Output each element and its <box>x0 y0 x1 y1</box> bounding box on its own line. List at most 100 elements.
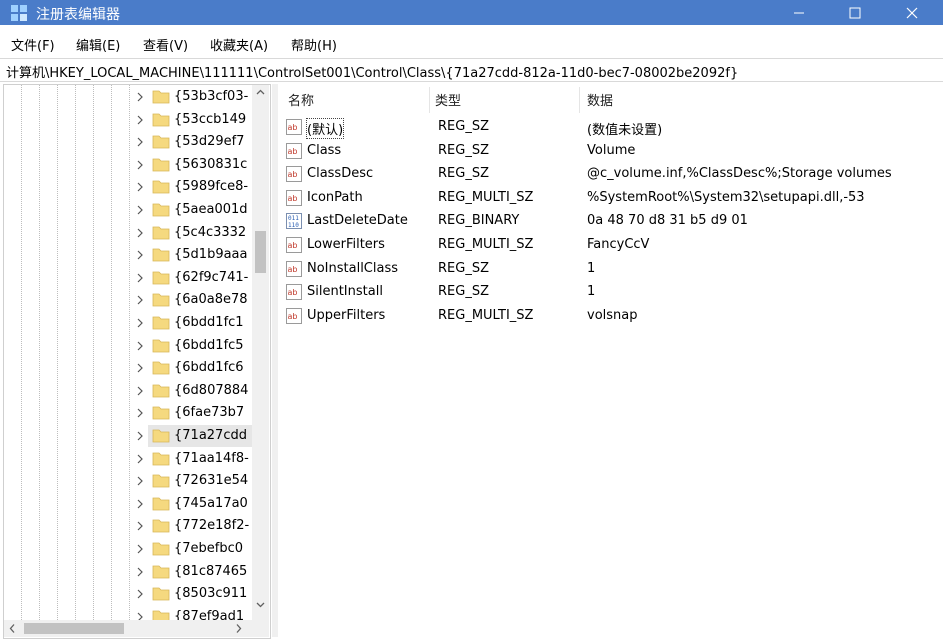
tree-horizontal-scrollbar[interactable] <box>4 620 252 637</box>
tree-item[interactable]: {5c4c3332 <box>4 222 252 244</box>
tree-item[interactable]: {6bdd1fc5 <box>4 335 252 357</box>
string-value-icon: ab <box>286 237 302 253</box>
expand-chevron-icon[interactable] <box>135 316 145 330</box>
value-row[interactable]: ab SilentInstall REG_SZ 1 <box>278 281 943 303</box>
expand-chevron-icon[interactable] <box>135 180 145 194</box>
tree-item-label: {62f9c741- <box>174 269 249 285</box>
folder-icon <box>152 429 170 443</box>
tree-item[interactable]: {5aea001d <box>4 199 252 221</box>
expand-chevron-icon[interactable] <box>135 384 145 398</box>
tree-item-label: {5c4c3332 <box>174 224 247 240</box>
scroll-left-arrow-icon[interactable] <box>8 623 17 634</box>
expand-chevron-icon[interactable] <box>135 135 145 149</box>
value-row[interactable]: ab LowerFilters REG_MULTI_SZ FancyCcV <box>278 234 943 256</box>
tree-item[interactable]: {5989fce8- <box>4 176 252 198</box>
value-row[interactable]: 011 110 LastDeleteDate REG_BINARY 0a 48 70 d… <box>278 210 943 232</box>
value-row[interactable]: ab IconPath REG_MULTI_SZ %SystemRoot%\Syste… <box>278 187 943 209</box>
tree-item[interactable]: {72631e54 <box>4 470 252 492</box>
tree-scroll-thumb[interactable] <box>255 231 266 273</box>
expand-chevron-icon[interactable] <box>135 203 145 217</box>
svg-text:ab: ab <box>288 123 298 132</box>
expand-chevron-icon[interactable] <box>135 339 145 353</box>
column-header-data[interactable]: 数据 <box>587 90 613 109</box>
menu-view[interactable]: 查看(V) <box>143 35 188 54</box>
tree-item[interactable]: {71a27cdd <box>4 425 252 447</box>
folder-icon <box>152 339 170 352</box>
value-row[interactable]: ab UpperFilters REG_MULTI_SZ volsnap <box>278 305 943 327</box>
expand-chevron-icon[interactable] <box>135 587 145 601</box>
expand-chevron-icon[interactable] <box>135 542 145 556</box>
menu-edit[interactable]: 编辑(E) <box>76 35 120 54</box>
expand-chevron-icon[interactable] <box>135 452 145 466</box>
menu-help[interactable]: 帮助(H) <box>291 35 337 54</box>
tree-item[interactable]: {772e18f2- <box>4 515 252 537</box>
values-list-pane[interactable]: 名称 类型 数据 ab (默认) REG_SZ (数值未设置) ab Class REG_S… <box>278 84 943 637</box>
menu-favorites[interactable]: 收藏夹(A) <box>210 35 268 54</box>
scroll-down-arrow-icon[interactable] <box>256 600 265 609</box>
folder-icon <box>152 361 170 375</box>
value-row[interactable]: ab Class REG_SZ Volume <box>278 140 943 162</box>
tree-item[interactable]: {6bdd1fc1 <box>4 312 252 334</box>
expand-chevron-icon[interactable] <box>135 474 145 488</box>
scroll-up-arrow-icon[interactable] <box>256 88 265 97</box>
tree-item[interactable]: {6bdd1fc6 <box>4 357 252 379</box>
expand-chevron-icon[interactable] <box>135 565 145 579</box>
menu-file[interactable]: 文件(F) <box>11 35 55 54</box>
tree-item-label: {7ebefbc0 <box>174 541 244 556</box>
tree-vertical-scrollbar[interactable] <box>252 85 269 620</box>
folder-icon <box>152 293 170 307</box>
column-header-name[interactable]: 名称 <box>288 90 314 109</box>
expand-chevron-icon[interactable] <box>135 519 145 533</box>
string-value-icon: ab <box>286 307 302 324</box>
folder-icon <box>152 158 170 172</box>
folder-icon <box>152 497 170 511</box>
title-bar[interactable]: 注册表编辑器 <box>0 0 943 25</box>
tree-item-label: {745a17a0 <box>174 495 248 511</box>
folder-icon <box>152 587 170 601</box>
expand-chevron-icon[interactable] <box>135 90 145 104</box>
expand-chevron-icon[interactable] <box>135 226 145 240</box>
expand-chevron-icon[interactable] <box>135 158 145 172</box>
tree-item[interactable]: {53d29ef7 <box>4 131 252 153</box>
value-row[interactable]: ab NoInstallClass REG_SZ 1 <box>278 258 943 280</box>
tree-item-label: {81c87465 <box>174 563 248 579</box>
expand-chevron-icon[interactable] <box>135 361 145 375</box>
expand-chevron-icon[interactable] <box>135 429 145 443</box>
tree-item[interactable]: {53ccb149 <box>4 109 252 131</box>
tree-item[interactable]: {71aa14f8- <box>4 448 252 470</box>
value-row[interactable]: ab ClassDesc REG_SZ @c_volume.inf,%ClassDes… <box>278 163 943 185</box>
tree-item[interactable]: {745a17a0 <box>4 493 252 515</box>
close-button[interactable] <box>889 0 935 25</box>
tree-item[interactable]: {6fae73b7 <box>4 402 252 424</box>
scroll-right-arrow-icon[interactable] <box>234 623 243 634</box>
svg-text:011: 011 <box>288 215 299 222</box>
column-separator[interactable] <box>579 87 580 113</box>
expand-chevron-icon[interactable] <box>135 113 145 127</box>
tree-item[interactable]: {6a0a8e78 <box>4 289 252 311</box>
address-bar[interactable]: 计算机\HKEY_LOCAL_MACHINE\111111\ControlSet… <box>0 58 943 82</box>
column-header-type[interactable]: 类型 <box>435 90 461 109</box>
tree-item[interactable]: {81c87465 <box>4 561 252 583</box>
address-path[interactable]: 计算机\HKEY_LOCAL_MACHINE\111111\ControlSet… <box>6 62 738 81</box>
tree-item[interactable]: {5630831c <box>4 154 252 176</box>
folder-icon <box>152 203 170 217</box>
column-separator[interactable] <box>429 87 430 113</box>
key-tree-pane[interactable]: {53b3cf03- {53ccb149 {53d29ef7 {5630831c {59… <box>3 84 271 639</box>
value-row[interactable]: ab (默认) REG_SZ (数值未设置) <box>278 116 943 139</box>
tree-item[interactable]: {62f9c741- <box>4 267 252 289</box>
tree-item[interactable]: {7ebefbc0 <box>4 538 252 560</box>
expand-chevron-icon[interactable] <box>135 497 145 511</box>
tree-item[interactable]: {8503c911 <box>4 583 252 605</box>
minimize-button[interactable] <box>776 0 822 25</box>
tree-item[interactable]: {53b3cf03- <box>4 86 252 108</box>
tree-item[interactable]: {5d1b9aaa <box>4 244 252 266</box>
tree-hscroll-thumb[interactable] <box>24 623 124 634</box>
expand-chevron-icon[interactable] <box>135 248 145 262</box>
tree-item[interactable]: {6d807884 <box>4 380 252 402</box>
value-data: %SystemRoot%\System32\setupapi.dll,-53 <box>587 189 865 205</box>
expand-chevron-icon[interactable] <box>135 271 145 285</box>
string-value-icon: ab <box>286 142 302 159</box>
expand-chevron-icon[interactable] <box>135 293 145 307</box>
expand-chevron-icon[interactable] <box>135 406 145 420</box>
maximize-button[interactable] <box>832 0 878 25</box>
